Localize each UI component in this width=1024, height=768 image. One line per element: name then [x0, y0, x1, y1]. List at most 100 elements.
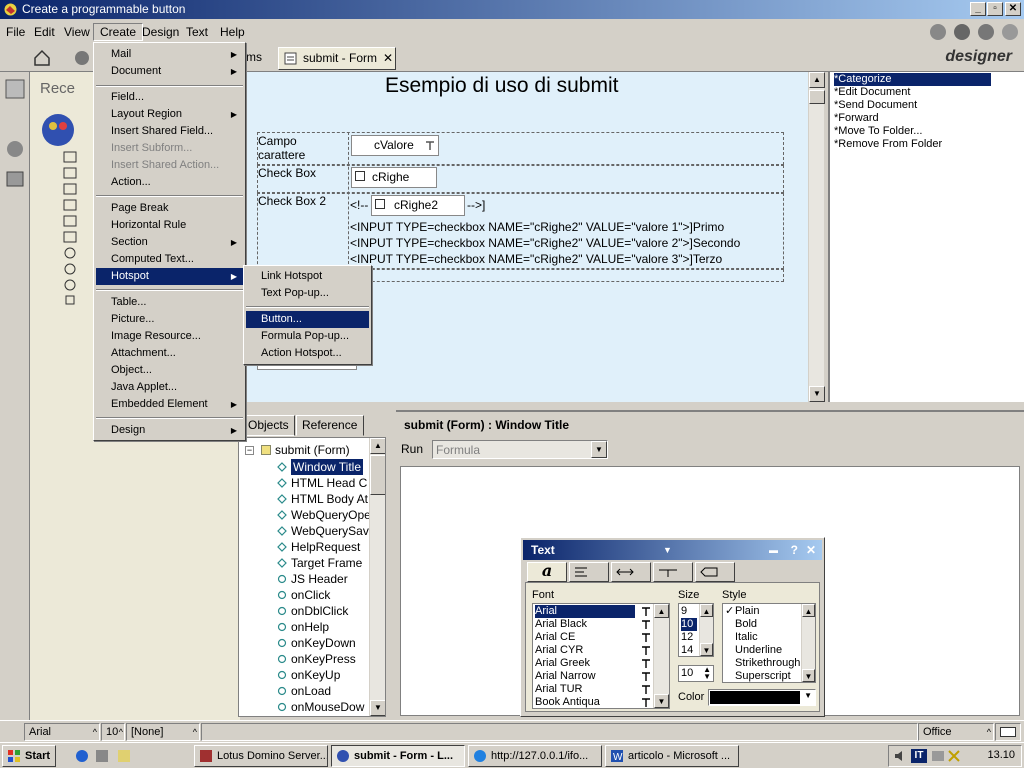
tree-scroll-up[interactable]: ▲: [370, 438, 385, 454]
tree-root[interactable]: submit (Form): [275, 443, 350, 457]
quick-launch-icons[interactable]: [74, 748, 138, 764]
field-crighe2[interactable]: cRighe2: [371, 195, 465, 216]
maximize-button[interactable]: ▫: [987, 2, 1003, 16]
status-inbox[interactable]: [995, 723, 1021, 741]
menu-item-page-break[interactable]: Page Break: [96, 200, 243, 217]
size-spinner-icon[interactable]: ▲ ▼: [703, 666, 711, 681]
font-option[interactable]: Arial CYR: [535, 644, 583, 657]
help-icon[interactable]: ?: [791, 540, 798, 560]
tree-item[interactable]: onMouseDow: [291, 699, 364, 715]
menu-view[interactable]: View: [58, 23, 96, 41]
tree-item[interactable]: onKeyPress: [291, 651, 356, 667]
menu-item-section[interactable]: Section ▶: [96, 234, 243, 251]
run-select[interactable]: Formula ▼: [432, 440, 608, 459]
scroll-up-button[interactable]: ▲: [809, 72, 825, 88]
menu-item-layout-region[interactable]: Layout Region ▶: [96, 106, 243, 123]
menu-item-formula-popup[interactable]: Formula Pop-up...: [246, 328, 369, 345]
toolbar-globe-icons[interactable]: [928, 22, 1020, 42]
start-button[interactable]: Start: [2, 745, 56, 767]
tree-item-window-title[interactable]: Window Title: [291, 459, 364, 475]
status-font[interactable]: Arial ^: [24, 723, 100, 741]
size-listbox[interactable]: 9 10 12 14 ▲ ▼: [678, 603, 714, 657]
style-option[interactable]: Plain: [735, 605, 759, 618]
menu-item-action[interactable]: Action...: [96, 174, 243, 191]
taskbar-lotus-domino-server[interactable]: Lotus Domino Server...: [194, 745, 328, 767]
size-input[interactable]: 10 ▲ ▼: [678, 665, 714, 682]
scroll-thumb[interactable]: [809, 90, 825, 104]
tab-styles[interactable]: [695, 562, 735, 582]
style-scroll-down[interactable]: ▼: [802, 669, 815, 682]
close-properties-icon[interactable]: ✕: [806, 540, 816, 560]
font-option[interactable]: Arial: [535, 605, 635, 618]
home-icon[interactable]: [32, 48, 52, 68]
replica-icon[interactable]: [4, 138, 26, 160]
menu-item-mail[interactable]: Mail ▶: [96, 46, 243, 63]
font-option[interactable]: Arial Black: [535, 618, 587, 631]
tree-item[interactable]: Target Frame: [291, 555, 362, 571]
run-dropdown-button[interactable]: ▼: [591, 441, 607, 458]
bookmark-icon[interactable]: [4, 78, 26, 100]
properties-dropdown-icon[interactable]: ▼: [663, 540, 672, 560]
menu-text[interactable]: Text: [180, 23, 214, 41]
tree-item[interactable]: onDblClick: [291, 603, 348, 619]
tab-reference[interactable]: Reference: [296, 415, 364, 436]
text-properties-box[interactable]: Text ▼ ▬ ? ✕ a Font Arial Arial Black Ar…: [520, 537, 825, 717]
action-send-document[interactable]: *Send Document: [834, 99, 917, 112]
field-crighe[interactable]: cRighe: [351, 167, 437, 188]
tab-paragraph-align[interactable]: [569, 562, 609, 582]
size-scroll-up[interactable]: ▲: [700, 604, 713, 617]
font-option[interactable]: Arial Narrow: [535, 670, 596, 683]
size-option[interactable]: 12: [681, 631, 693, 644]
menu-item-field[interactable]: Field...: [96, 89, 243, 106]
menu-item-insert-shared-field[interactable]: Insert Shared Field...: [96, 123, 243, 140]
menu-item-object[interactable]: Object...: [96, 362, 243, 379]
menu-item-document[interactable]: Document ▶: [96, 63, 243, 80]
menu-item-text-popup[interactable]: Text Pop-up...: [246, 285, 369, 302]
color-dropdown-icon[interactable]: ▼: [804, 691, 812, 700]
action-categorize[interactable]: *Categorize: [834, 73, 992, 86]
style-option[interactable]: Underline: [735, 644, 782, 657]
tree-item[interactable]: HTML Head C: [291, 475, 367, 491]
tab-font[interactable]: a: [527, 562, 567, 582]
size-option[interactable]: 9: [681, 605, 687, 618]
objects-tree[interactable]: − submit (Form) Window Title HTML Head C…: [238, 437, 386, 717]
action-forward[interactable]: *Forward: [834, 112, 879, 125]
action-pane[interactable]: *Categorize *Edit Document *Send Documen…: [828, 72, 1024, 402]
tree-scroll-thumb[interactable]: [370, 455, 385, 495]
menu-item-image-resource[interactable]: Image Resource...: [96, 328, 243, 345]
database-icon[interactable]: [4, 168, 26, 190]
style-scrollbar[interactable]: ▲ ▼: [801, 604, 815, 682]
status-style[interactable]: [None] ^: [126, 723, 200, 741]
tab-submit-form[interactable]: submit - Form ✕: [278, 47, 396, 70]
tree-item[interactable]: onHelp: [291, 619, 329, 635]
tree-scrollbar[interactable]: ▲ ▼: [369, 438, 385, 716]
close-button[interactable]: ✕: [1005, 2, 1021, 16]
taskbar-submit-form[interactable]: submit - Form - L...: [331, 745, 465, 767]
size-option[interactable]: 10: [681, 618, 697, 631]
field-cvalore[interactable]: cValore: [351, 135, 439, 156]
font-option[interactable]: Arial TUR: [535, 683, 582, 696]
action-remove-from-folder[interactable]: *Remove From Folder: [834, 138, 942, 151]
menu-item-attachment[interactable]: Attachment...: [96, 345, 243, 362]
menu-item-computed-text[interactable]: Computed Text...: [96, 251, 243, 268]
tab-close-icon[interactable]: ✕: [383, 48, 393, 69]
taskbar-browser[interactable]: http://127.0.0.1/ifo...: [468, 745, 602, 767]
font-option[interactable]: Arial CE: [535, 631, 575, 644]
menu-file[interactable]: File: [0, 23, 31, 41]
menu-item-horizontal-rule[interactable]: Horizontal Rule: [96, 217, 243, 234]
workspace-icon[interactable]: [72, 48, 92, 68]
size-option[interactable]: 14: [681, 644, 693, 656]
tree-item[interactable]: onKeyDown: [291, 635, 356, 651]
menu-item-link-hotspot[interactable]: Link Hotspot: [246, 268, 369, 285]
tab-objects[interactable]: Objects: [242, 415, 295, 436]
action-edit-document[interactable]: *Edit Document: [834, 86, 910, 99]
volume-icon[interactable]: [893, 749, 907, 763]
color-picker[interactable]: ▼: [708, 689, 816, 706]
size-scrollbar[interactable]: ▲ ▼: [699, 604, 713, 656]
tree-collapse-toggle[interactable]: −: [245, 446, 254, 455]
font-scroll-up[interactable]: ▲: [654, 604, 669, 618]
tree-item[interactable]: onClick: [291, 587, 330, 603]
font-scrollbar[interactable]: ▲ ▼: [653, 604, 669, 708]
font-option[interactable]: Book Antiqua: [535, 696, 600, 708]
menu-item-java-applet[interactable]: Java Applet...: [96, 379, 243, 396]
